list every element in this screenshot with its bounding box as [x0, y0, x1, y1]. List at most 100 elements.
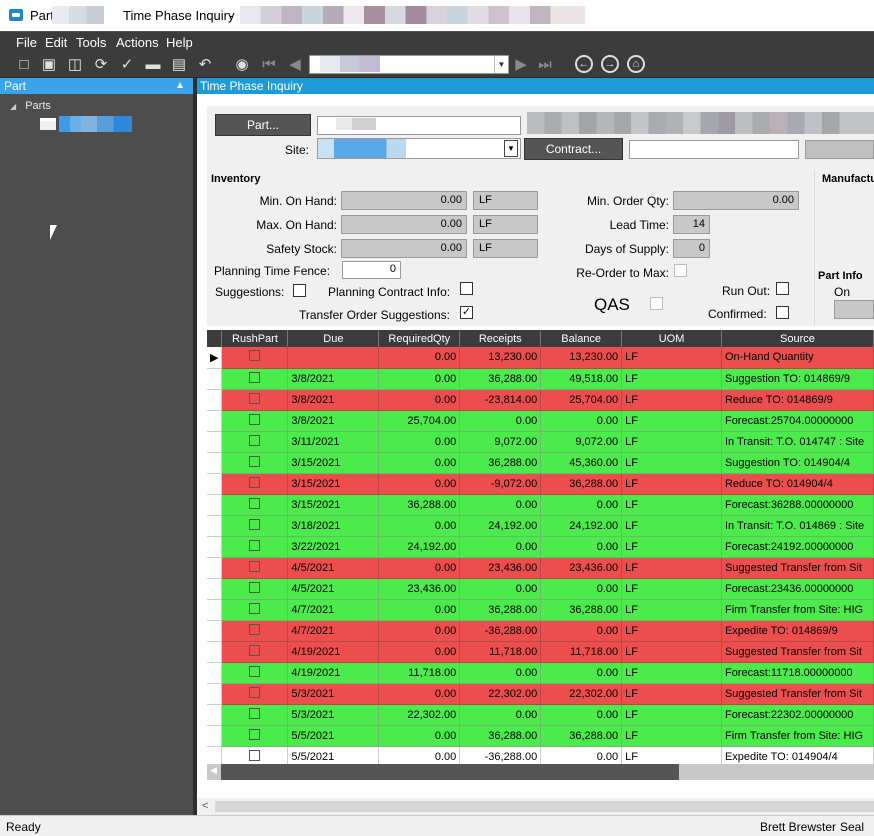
source-cell[interactable]: Suggested Transfer from Sit [721, 683, 874, 705]
requiredqty-cell[interactable]: 0.00 [378, 599, 461, 621]
row-indicator[interactable] [207, 557, 223, 579]
due-cell[interactable]: 4/19/2021 [287, 641, 380, 663]
rushpart-cell[interactable] [221, 746, 289, 764]
receipts-cell[interactable]: 36,288.00 [459, 452, 542, 474]
balance-cell[interactable]: 0.00 [540, 410, 623, 432]
clear-icon[interactable]: ✓ [118, 56, 136, 74]
row-indicator[interactable] [207, 725, 223, 747]
rushpart-checkbox[interactable] [249, 371, 261, 383]
rushpart-cell[interactable] [221, 578, 289, 600]
binoculars-icon[interactable]: ◉ [233, 56, 251, 74]
planning-time-fence-field[interactable]: 0 [342, 261, 401, 279]
current-row-indicator-icon[interactable]: ▶ [207, 347, 223, 369]
row-indicator[interactable] [207, 641, 223, 663]
table-row[interactable]: 5/3/2021 22,302.00 0.00 0.00 LF Forecast:2230… [207, 704, 874, 726]
due-cell[interactable]: 3/15/2021 [287, 452, 380, 474]
due-cell[interactable] [287, 347, 380, 369]
back-icon[interactable]: ← [575, 55, 593, 73]
rushpart-checkbox[interactable] [249, 644, 261, 656]
due-cell[interactable]: 3/22/2021 [287, 536, 380, 558]
uom-cell[interactable]: LF [621, 620, 722, 642]
rushpart-cell[interactable] [221, 494, 289, 516]
uom-cell[interactable]: LF [621, 431, 722, 453]
col-uom[interactable]: UOM [621, 330, 722, 347]
expand-arrow-icon[interactable]: ◢ [10, 102, 16, 111]
requiredqty-cell[interactable]: 0.00 [378, 347, 461, 369]
refresh-icon[interactable]: ⟳ [92, 56, 110, 74]
uom-cell[interactable]: LF [621, 410, 722, 432]
previous-record-icon[interactable]: ◀ [286, 56, 304, 74]
requiredqty-cell[interactable]: 0.00 [378, 515, 461, 537]
site-combo[interactable]: ▼ [317, 138, 521, 159]
source-cell[interactable]: In Transit: T.O. 014747 : Site [721, 431, 874, 453]
source-cell[interactable]: Expedite TO: 014869/9 [721, 620, 874, 642]
table-row[interactable]: 4/19/2021 0.00 11,718.00 11,718.00 LF Suggest… [207, 641, 874, 663]
grid-horizontal-scrollbar[interactable]: ◀ [207, 764, 874, 780]
table-row[interactable]: 5/3/2021 0.00 22,302.00 22,302.00 LF Suggeste… [207, 683, 874, 705]
source-cell[interactable]: Forecast:36288.00000000 [721, 494, 874, 516]
receipts-cell[interactable]: -23,814.00 [459, 389, 542, 411]
new-icon[interactable]: □ [15, 56, 33, 74]
table-row[interactable]: 3/18/2021 0.00 24,192.00 24,192.00 LF In Tran… [207, 515, 874, 537]
uom-cell[interactable]: LF [621, 704, 722, 726]
table-row[interactable]: 3/15/2021 0.00 36,288.00 45,360.00 LF Suggest… [207, 452, 874, 474]
chevron-down-icon[interactable]: ▼ [494, 56, 508, 73]
balance-cell[interactable]: 25,704.00 [540, 389, 623, 411]
receipts-cell[interactable]: 36,288.00 [459, 599, 542, 621]
source-cell[interactable]: Forecast:24192.00000000 [721, 536, 874, 558]
uom-cell[interactable]: LF [621, 683, 722, 705]
table-row[interactable]: 3/22/2021 24,192.00 0.00 0.00 LF Forecast:241… [207, 536, 874, 558]
source-cell[interactable]: Expedite TO: 014904/4 [721, 746, 874, 764]
row-indicator[interactable] [207, 704, 223, 726]
rushpart-checkbox[interactable] [249, 707, 261, 719]
table-row[interactable]: 3/8/2021 25,704.00 0.00 0.00 LF Forecast:2570… [207, 410, 874, 432]
contract-button[interactable]: Contract... [524, 138, 623, 160]
due-cell[interactable]: 5/3/2021 [287, 704, 380, 726]
qas-checkbox[interactable] [650, 297, 663, 310]
table-row[interactable]: 3/11/2021 0.00 9,072.00 9,072.00 LF In Transi… [207, 431, 874, 453]
balance-cell[interactable]: 0.00 [540, 662, 623, 684]
contract-input[interactable] [629, 140, 799, 159]
col-source[interactable]: Source [721, 330, 874, 347]
first-record-icon[interactable]: ⏮ [260, 56, 278, 74]
due-cell[interactable]: 3/18/2021 [287, 515, 380, 537]
rushpart-cell[interactable] [221, 683, 289, 705]
requiredqty-cell[interactable]: 0.00 [378, 473, 461, 495]
rushpart-cell[interactable] [221, 599, 289, 621]
col-rushpart[interactable]: RushPart [221, 330, 289, 347]
requiredqty-cell[interactable]: 0.00 [378, 746, 461, 764]
row-indicator[interactable] [207, 536, 223, 558]
forward-icon[interactable]: → [601, 55, 619, 73]
receipts-cell[interactable]: 0.00 [459, 494, 542, 516]
table-row[interactable]: 4/19/2021 11,718.00 0.00 0.00 LF Forecast:117… [207, 662, 874, 684]
balance-cell[interactable]: 22,302.00 [540, 683, 623, 705]
receipts-cell[interactable]: 22,302.00 [459, 683, 542, 705]
due-cell[interactable]: 5/5/2021 [287, 725, 380, 747]
receipts-cell[interactable]: 36,288.00 [459, 725, 542, 747]
due-cell[interactable]: 3/8/2021 [287, 410, 380, 432]
transfer-order-suggestions-checkbox[interactable]: ✓ [460, 306, 473, 319]
scrollbar-thumb[interactable] [221, 764, 679, 780]
rushpart-cell[interactable] [221, 704, 289, 726]
rushpart-cell[interactable] [221, 536, 289, 558]
col-due[interactable]: Due [287, 330, 380, 347]
rushpart-checkbox[interactable] [249, 728, 261, 740]
planning-contract-info-checkbox[interactable] [460, 282, 473, 295]
table-row[interactable]: 5/5/2021 0.00 -36,288.00 0.00 LF Expedite TO:… [207, 746, 874, 764]
rushpart-cell[interactable] [221, 641, 289, 663]
table-row[interactable]: 4/7/2021 0.00 36,288.00 36,288.00 LF Firm Tra… [207, 599, 874, 621]
row-indicator[interactable] [207, 473, 223, 495]
rushpart-checkbox[interactable] [249, 497, 261, 509]
source-cell[interactable]: Forecast:25704.00000000 [721, 410, 874, 432]
source-cell[interactable]: Forecast:23436.00000000 [721, 578, 874, 600]
requiredqty-cell[interactable]: 0.00 [378, 620, 461, 642]
row-indicator[interactable] [207, 662, 223, 684]
table-row[interactable]: 3/15/2021 36,288.00 0.00 0.00 LF Forecast:362… [207, 494, 874, 516]
requiredqty-cell[interactable]: 25,704.00 [378, 410, 461, 432]
row-indicator[interactable] [207, 620, 223, 642]
pin-icon[interactable]: ▲ [175, 78, 185, 94]
uom-cell[interactable]: LF [621, 473, 722, 495]
requiredqty-cell[interactable]: 24,192.00 [378, 536, 461, 558]
requiredqty-cell[interactable]: 0.00 [378, 452, 461, 474]
uom-cell[interactable]: LF [621, 536, 722, 558]
